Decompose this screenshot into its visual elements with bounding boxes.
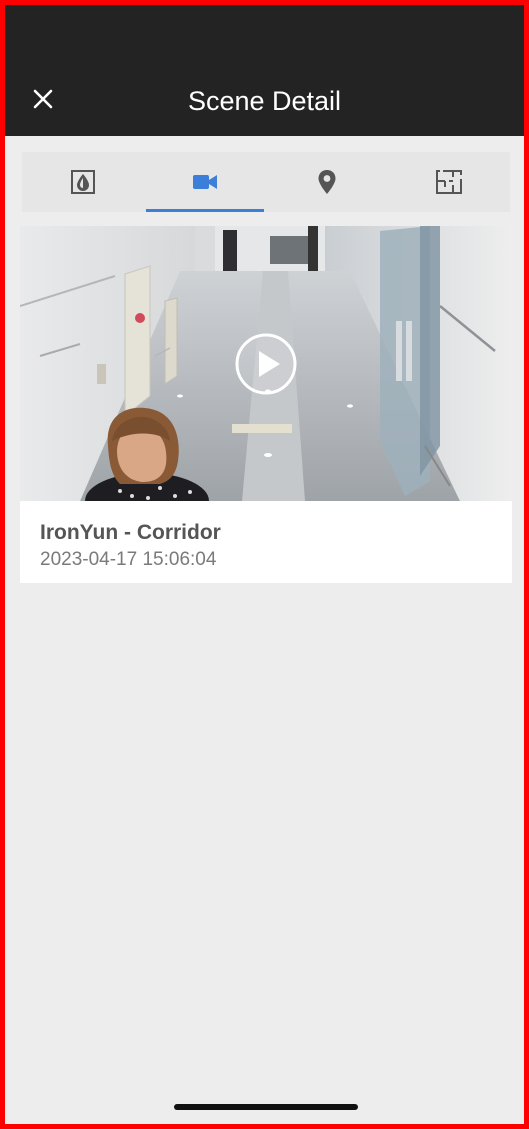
play-icon[interactable] — [234, 332, 298, 396]
home-indicator — [174, 1104, 358, 1110]
location-pin-icon — [318, 170, 336, 194]
tab-environment[interactable] — [22, 152, 144, 212]
tab-location[interactable] — [266, 152, 388, 212]
video-camera-icon — [193, 175, 217, 189]
scene-card: IronYun - Corridor 2023-04-17 15:06:04 — [20, 226, 512, 583]
app-frame: Scene Detail IronYun - Corridor 2023-04-… — [0, 0, 529, 1129]
video-thumbnail[interactable] — [20, 226, 512, 501]
drop-icon — [71, 170, 95, 194]
scene-timestamp: 2023-04-17 15:06:04 — [40, 549, 217, 570]
page-title: Scene Detail — [187, 86, 342, 116]
top-bar: Scene Detail — [5, 5, 524, 136]
floor-plan-icon — [436, 170, 462, 194]
tab-video[interactable] — [144, 152, 266, 212]
tab-bar — [22, 152, 510, 212]
tab-floor-plan[interactable] — [388, 152, 510, 212]
camera-name: IronYun - Corridor — [40, 521, 221, 544]
